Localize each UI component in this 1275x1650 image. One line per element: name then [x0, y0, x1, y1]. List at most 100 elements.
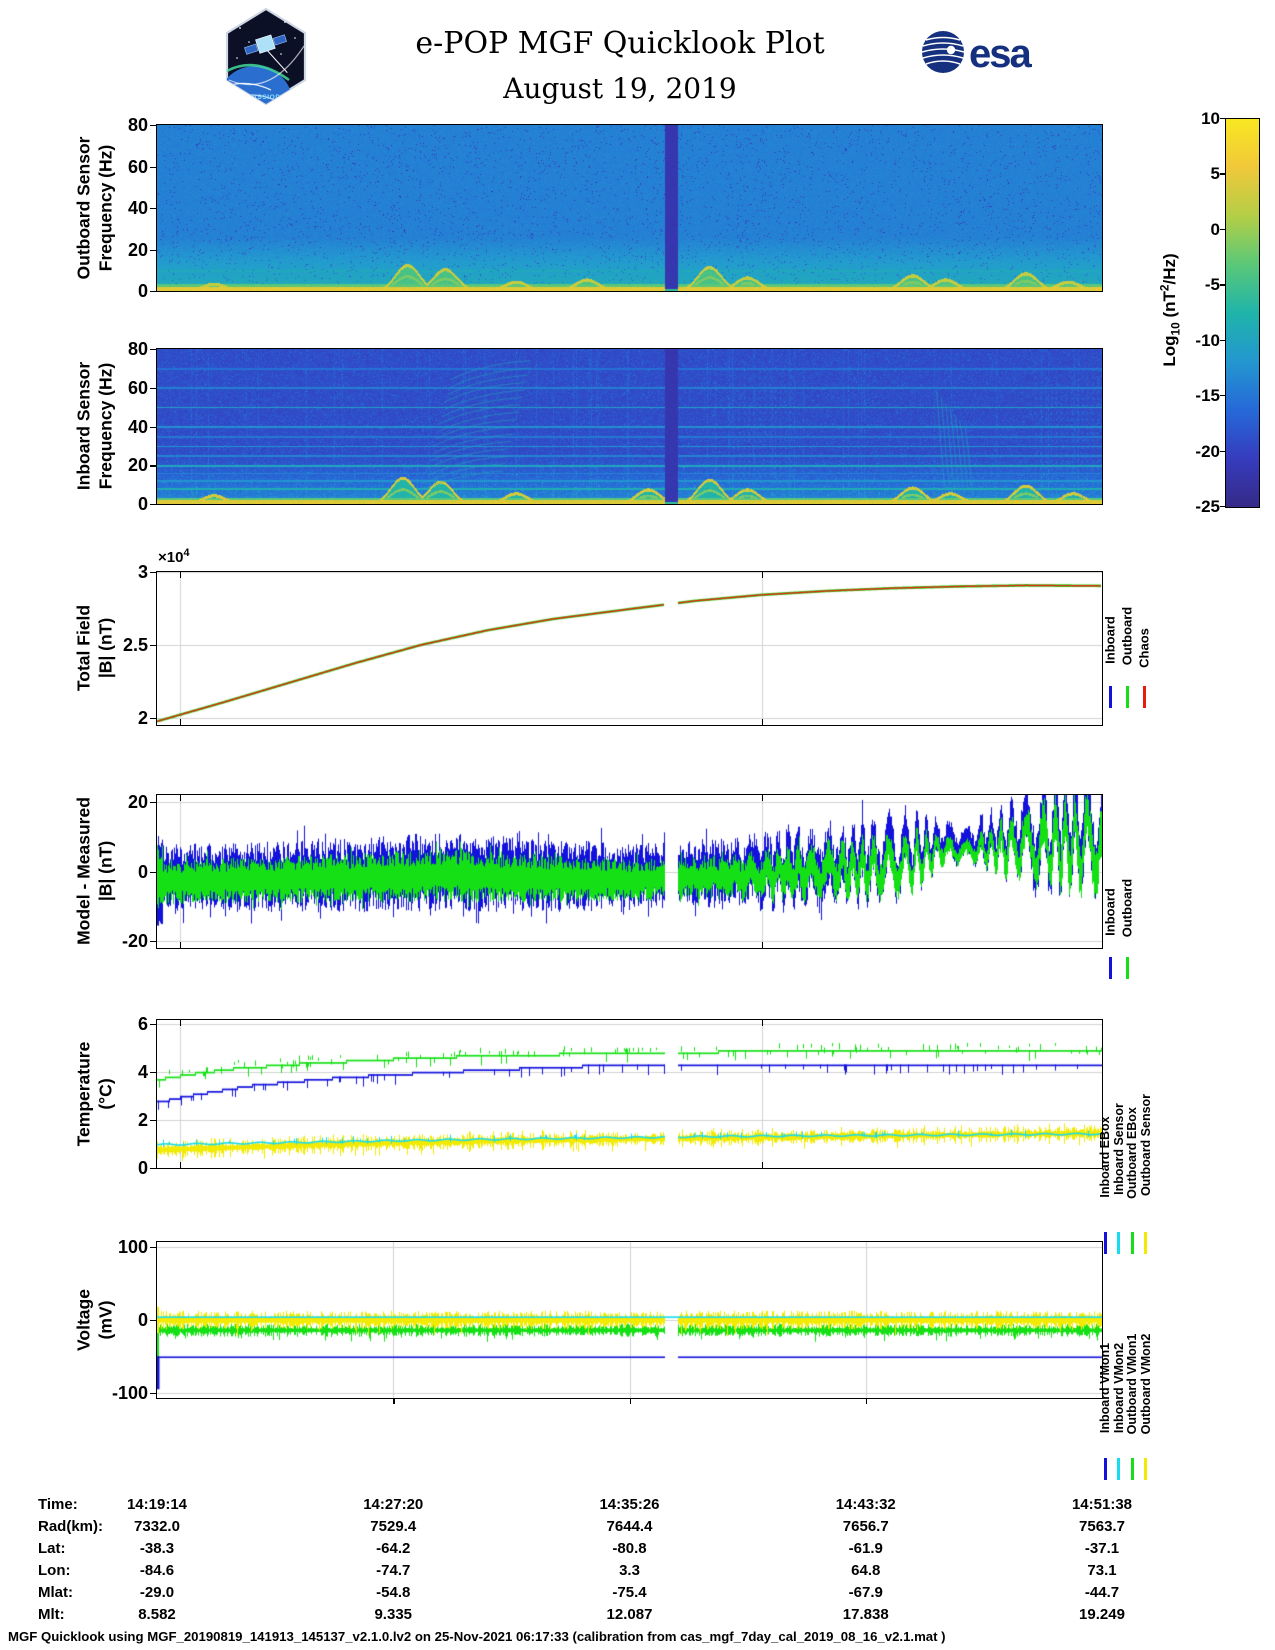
inboard-spectrogram-canvas — [157, 349, 1102, 504]
legend-label-outboard-vmon2: Outboard VMon2 — [1138, 1333, 1153, 1435]
legend-label-outboard-vmon1: Outboard VMon1 — [1125, 1333, 1139, 1435]
total-field-exponent-label: ×104 — [158, 547, 190, 566]
x-tick-mark — [179, 1162, 181, 1168]
legend-swatch-outboard-ebox — [1130, 1232, 1134, 1254]
legend-swatch-outboard — [1125, 957, 1129, 979]
outboard-spectrogram-canvas — [157, 125, 1102, 291]
legend-label-outboard: Outboard — [1119, 606, 1135, 666]
y-tick-label: 2.5 — [122, 634, 148, 655]
table-row-label-lon: Lon: — [38, 1562, 71, 1579]
table-cell: 7644.4 — [606, 1518, 653, 1535]
quicklook-figure: CASSIOPE e-POP MGF Quicklook Plot August… — [0, 0, 1275, 1650]
legend-swatch-outboard — [1125, 686, 1129, 708]
table-cell: 9.335 — [374, 1606, 413, 1623]
y-tick-mark — [150, 801, 157, 804]
y-tick-label: 0 — [137, 1310, 148, 1330]
x-tick-mark — [179, 795, 181, 801]
y-tick-mark — [150, 504, 157, 506]
y-tick-label: 20 — [127, 239, 148, 260]
colorbar-tick-mark — [1220, 339, 1225, 341]
table-cell: -64.2 — [376, 1540, 411, 1557]
y-tick-label: 2 — [137, 1109, 148, 1130]
table-cell: 73.1 — [1087, 1562, 1117, 1579]
y-tick-mark — [150, 941, 157, 943]
panel-voltage — [156, 1241, 1103, 1399]
table-cell: 14:27:20 — [363, 1496, 424, 1513]
legend-swatch-inboard-vmon1 — [1103, 1458, 1107, 1480]
page-date: August 19, 2019 — [503, 72, 737, 105]
y-tick-mark — [150, 1392, 157, 1395]
table-cell: 3.3 — [619, 1562, 640, 1579]
panel-outboard-spectrogram — [156, 124, 1103, 292]
colorbar-tick-label: -5 — [1204, 275, 1220, 295]
colorbar-tick-label: -25 — [1195, 497, 1220, 516]
y-tick-label: 0 — [137, 281, 148, 301]
ylabel-inboard-spectrogram-1: Inboard Sensor — [73, 361, 94, 491]
ylabel-outboard-spectrogram-1: Outboard Sensor — [73, 136, 94, 280]
y-tick-label: 0 — [137, 861, 148, 882]
y-tick-mark — [150, 465, 157, 467]
table-cell: 14:19:14 — [126, 1496, 188, 1513]
colorbar-tick-mark — [1220, 506, 1225, 508]
y-tick-mark — [150, 1320, 157, 1322]
y-tick-mark — [150, 1023, 157, 1025]
table-cell: 7529.4 — [370, 1518, 417, 1535]
page-title: e-POP MGF Quicklook Plot — [415, 26, 825, 61]
y-tick-mark — [150, 1247, 157, 1249]
y-tick-label: 3 — [137, 562, 148, 582]
table-row-label-mlt: Mlt: — [38, 1606, 65, 1623]
esa-globe-icon — [921, 31, 965, 73]
legend-label-inboard-vmon2: Inboard VMon2 — [1111, 1342, 1126, 1433]
table-cell: -84.6 — [139, 1562, 175, 1579]
legend-swatch-inboard — [1108, 686, 1112, 708]
panel-total-field — [156, 571, 1103, 726]
x-tick-mark — [179, 719, 181, 725]
colorbar-tick-label: -10 — [1195, 330, 1220, 350]
panel-temperature — [156, 1019, 1103, 1169]
colorbar-tick-label: -20 — [1195, 441, 1220, 461]
table-cell: 17.838 — [842, 1606, 889, 1623]
colorbar-tick-label: 5 — [1210, 164, 1220, 184]
colorbar-tick-mark — [1220, 395, 1225, 397]
table-cell: -38.3 — [139, 1540, 175, 1557]
colorbar-tick-label: 0 — [1210, 219, 1220, 239]
colorbar — [1225, 118, 1260, 508]
legend-label-chaos: Chaos — [1136, 627, 1152, 668]
y-tick-label: 80 — [127, 115, 148, 135]
y-tick-mark — [150, 208, 157, 210]
table-row-label-time: Time: — [38, 1496, 78, 1513]
x-tick-mark — [179, 572, 181, 578]
y-tick-mark — [150, 1168, 157, 1170]
table-cell: 14:51:38 — [1071, 1496, 1133, 1513]
y-tick-label: 0 — [137, 1158, 148, 1178]
table-cell: 19.249 — [1079, 1606, 1125, 1623]
y-tick-mark — [150, 1119, 157, 1122]
table-cell: 8.582 — [138, 1606, 176, 1623]
legend-swatch-inboard-ebox — [1103, 1232, 1107, 1254]
x-tick-mark — [761, 795, 764, 801]
y-tick-label: 40 — [127, 198, 148, 218]
table-cell: -37.1 — [1084, 1540, 1120, 1557]
legend-swatch-inboard-sensor — [1117, 1232, 1120, 1254]
cassiope-mission-patch: CASSIOPE — [225, 8, 307, 105]
y-tick-label: 20 — [127, 455, 148, 476]
table-cell: 7656.7 — [842, 1518, 889, 1535]
y-tick-label: -100 — [111, 1382, 148, 1403]
panel-model-minus-measured — [156, 794, 1103, 949]
y-tick-label: 100 — [117, 1237, 148, 1258]
temperature-canvas — [157, 1020, 1102, 1168]
table-cell: 12.087 — [606, 1606, 653, 1623]
table-cell: -44.7 — [1084, 1584, 1120, 1601]
ylabel-temperature-1: Temperature — [73, 1041, 94, 1147]
legend-swatch-inboard-vmon2 — [1117, 1458, 1120, 1480]
x-tick-mark — [865, 1399, 868, 1404]
y-tick-label: 4 — [137, 1061, 148, 1082]
table-cell: -80.8 — [612, 1540, 647, 1557]
table-cell: -29.0 — [139, 1584, 175, 1601]
colorbar-tick-mark — [1220, 284, 1225, 286]
colorbar-tick-mark — [1220, 173, 1225, 175]
x-tick-mark — [761, 572, 764, 578]
model-minus-measured-canvas — [157, 795, 1102, 948]
esa-logo: esa — [921, 31, 1034, 76]
x-tick-mark — [393, 1399, 395, 1404]
